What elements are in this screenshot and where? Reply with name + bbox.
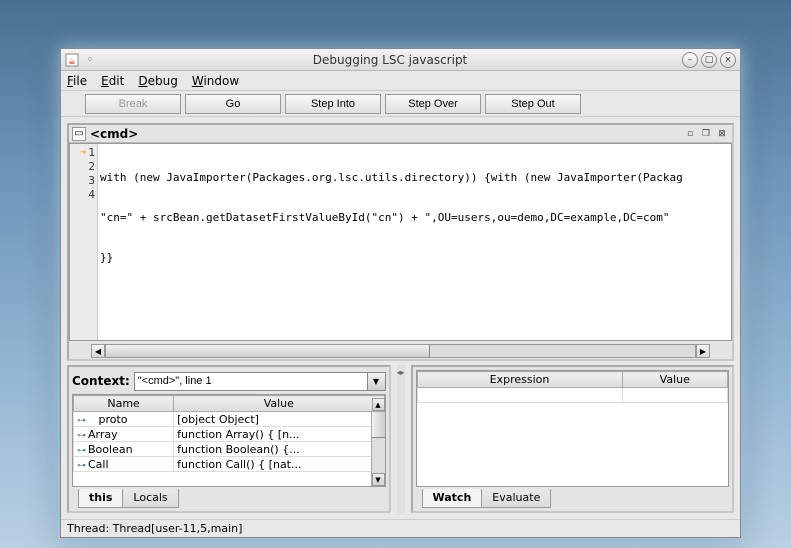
- scroll-right-icon[interactable]: ▶: [696, 344, 710, 358]
- scrollbar-thumb[interactable]: [106, 345, 430, 357]
- expand-icon[interactable]: ⊶: [77, 416, 86, 426]
- context-input[interactable]: [134, 372, 368, 391]
- watch-tabs: Watch Evaluate: [416, 489, 730, 508]
- context-row: Context: ▼: [72, 370, 386, 392]
- chevron-down-icon[interactable]: ▼: [368, 372, 386, 391]
- menu-file[interactable]: File: [67, 74, 87, 88]
- expand-icon[interactable]: ⊶: [77, 461, 86, 471]
- menu-edit[interactable]: Edit: [101, 74, 124, 88]
- expand-icon[interactable]: ⊶: [77, 446, 86, 456]
- context-label: Context:: [72, 374, 130, 388]
- col-value[interactable]: Value: [174, 396, 384, 412]
- table-row[interactable]: ⊶Callfunction Call() { [nat...: [74, 457, 385, 472]
- col-name[interactable]: Name: [74, 396, 174, 412]
- menubar: File Edit Debug Window: [61, 71, 740, 91]
- iconify-button[interactable]: ▫: [683, 127, 697, 141]
- menu-debug[interactable]: Debug: [138, 74, 177, 88]
- svg-text:☕: ☕: [68, 57, 76, 67]
- tab-watch[interactable]: Watch: [422, 489, 483, 508]
- bottom-panels: Context: ▼ Name Value ⊶ proto[object Obj…: [67, 365, 734, 513]
- current-line-arrow-icon: ➔: [80, 147, 86, 158]
- splitter[interactable]: ◂▸: [397, 365, 405, 513]
- vars-tabs: this Locals: [72, 489, 386, 508]
- code-text[interactable]: with (new JavaImporter(Packages.org.lsc.…: [98, 144, 731, 340]
- variables-table: Name Value ⊶ proto[object Object] ⊶Array…: [73, 395, 385, 472]
- maximize-button[interactable]: ▢: [701, 52, 717, 68]
- context-panel: Context: ▼ Name Value ⊶ proto[object Obj…: [67, 365, 391, 513]
- minimize-button[interactable]: –: [682, 52, 698, 68]
- scroll-down-icon[interactable]: ▼: [372, 473, 385, 486]
- window-title: Debugging LSC javascript: [101, 53, 679, 67]
- pin-icon[interactable]: ◦: [83, 53, 97, 67]
- step-into-button[interactable]: Step Into: [285, 94, 381, 114]
- table-row[interactable]: ⊶Arrayfunction Array() { [n...: [74, 427, 385, 442]
- java-icon: ☕: [65, 53, 79, 67]
- close-button[interactable]: ×: [720, 52, 736, 68]
- status-bar: Thread: Thread[user-11,5,main]: [61, 519, 740, 537]
- internal-frame-icon[interactable]: ▭: [72, 127, 86, 141]
- debugger-window: ☕ ◦ Debugging LSC javascript – ▢ × File …: [60, 48, 741, 538]
- scroll-left-icon[interactable]: ◀: [91, 344, 105, 358]
- code-line: [100, 291, 729, 305]
- watch-panel: Expression Value Watch Evaluate: [411, 365, 735, 513]
- gutter: ➔1 2 3 4: [70, 144, 98, 340]
- break-button[interactable]: Break: [85, 94, 181, 114]
- horizontal-scrollbar[interactable]: ◀ ▶: [91, 343, 710, 359]
- tab-evaluate[interactable]: Evaluate: [481, 489, 551, 508]
- watch-table: Expression Value: [417, 371, 729, 403]
- maximize-internal-button[interactable]: ❐: [699, 127, 713, 141]
- table-row[interactable]: ⊶Booleanfunction Boolean() {...: [74, 442, 385, 457]
- editor-panel: ▭ <cmd> ▫ ❐ ⊠ ➔1 2 3 4 with (new JavaImp…: [67, 123, 734, 361]
- step-out-button[interactable]: Step Out: [485, 94, 581, 114]
- scrollbar-track[interactable]: [105, 344, 696, 358]
- variables-table-wrap: Name Value ⊶ proto[object Object] ⊶Array…: [72, 394, 386, 487]
- code-area: ➔1 2 3 4 with (new JavaImporter(Packages…: [69, 143, 732, 341]
- vertical-scrollbar[interactable]: ▲ ▼: [371, 412, 385, 486]
- go-button[interactable]: Go: [185, 94, 281, 114]
- tab-locals[interactable]: Locals: [122, 489, 178, 508]
- code-line: }}: [100, 251, 729, 265]
- editor-header: ▭ <cmd> ▫ ❐ ⊠: [69, 125, 732, 143]
- menu-window[interactable]: Window: [192, 74, 239, 88]
- col-value[interactable]: Value: [622, 372, 727, 388]
- table-row[interactable]: [417, 388, 728, 403]
- code-line: with (new JavaImporter(Packages.org.lsc.…: [100, 171, 729, 185]
- work-area: ▭ <cmd> ▫ ❐ ⊠ ➔1 2 3 4 with (new JavaImp…: [61, 117, 740, 519]
- table-row[interactable]: ⊶ proto[object Object]: [74, 412, 385, 427]
- editor-title: <cmd>: [90, 127, 681, 141]
- code-line: "cn=" + srcBean.getDatasetFirstValueById…: [100, 211, 729, 225]
- col-expression[interactable]: Expression: [417, 372, 622, 388]
- toolbar: Break Go Step Into Step Over Step Out: [61, 91, 740, 117]
- step-over-button[interactable]: Step Over: [385, 94, 481, 114]
- titlebar: ☕ ◦ Debugging LSC javascript – ▢ ×: [61, 49, 740, 71]
- close-internal-button[interactable]: ⊠: [715, 127, 729, 141]
- splitter-grip-icon: ◂▸: [396, 368, 404, 377]
- expand-icon[interactable]: ⊶: [77, 431, 86, 441]
- context-combo[interactable]: ▼: [134, 372, 386, 391]
- tab-this[interactable]: this: [78, 489, 123, 508]
- watch-table-wrap: Expression Value: [416, 370, 730, 487]
- scroll-up-icon[interactable]: ▲: [372, 398, 385, 411]
- scrollbar-thumb[interactable]: [372, 412, 385, 438]
